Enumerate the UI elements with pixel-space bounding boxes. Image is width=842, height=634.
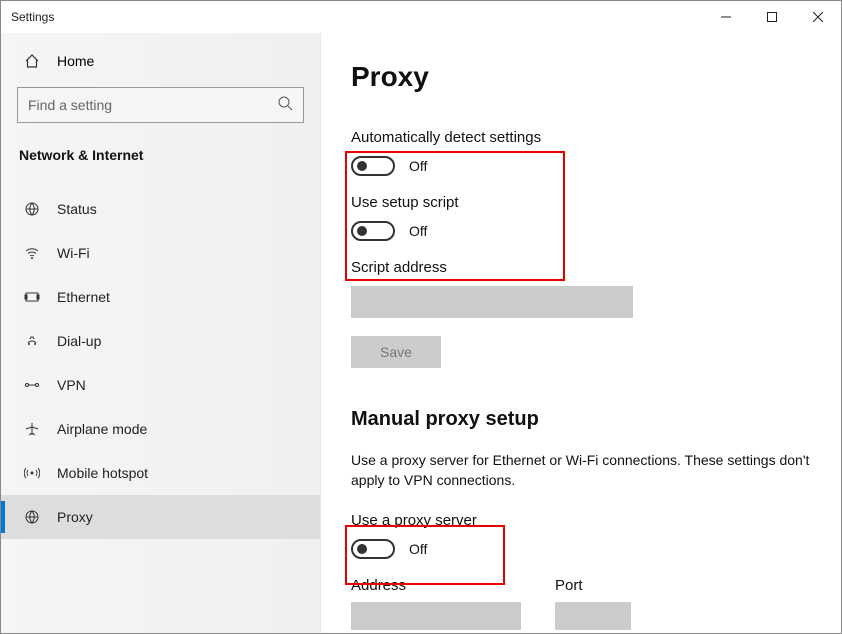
sidebar-item-airplane[interactable]: Airplane mode xyxy=(1,407,320,451)
sidebar-item-label: VPN xyxy=(57,377,86,393)
setup-script-label: Use setup script xyxy=(351,194,813,211)
auto-detect-state: Off xyxy=(409,158,427,174)
maximize-button[interactable] xyxy=(749,1,795,33)
proxy-icon xyxy=(23,509,41,525)
sidebar: Home Network & Internet Status Wi-Fi xyxy=(1,33,321,633)
auto-detect-label: Automatically detect settings xyxy=(351,129,813,146)
hotspot-icon xyxy=(23,465,41,481)
address-input xyxy=(351,602,521,630)
manual-description: Use a proxy server for Ethernet or Wi-Fi… xyxy=(351,451,813,490)
address-label: Address xyxy=(351,577,521,594)
sidebar-item-label: Ethernet xyxy=(57,289,110,305)
port-label: Port xyxy=(555,577,631,594)
home-icon xyxy=(23,53,41,69)
sidebar-item-vpn[interactable]: VPN xyxy=(1,363,320,407)
search-icon xyxy=(277,95,293,116)
category-header: Network & Internet xyxy=(1,147,320,187)
content-area: Proxy Automatically detect settings Off … xyxy=(321,33,841,633)
minimize-button[interactable] xyxy=(703,1,749,33)
sidebar-item-dialup[interactable]: Dial-up xyxy=(1,319,320,363)
setup-script-toggle[interactable] xyxy=(351,221,395,241)
search-input[interactable] xyxy=(17,87,304,123)
home-label: Home xyxy=(57,53,94,69)
close-button[interactable] xyxy=(795,1,841,33)
sidebar-item-label: Dial-up xyxy=(57,333,101,349)
dialup-icon xyxy=(23,333,41,349)
auto-detect-toggle[interactable] xyxy=(351,156,395,176)
use-proxy-toggle[interactable] xyxy=(351,539,395,559)
script-address-input xyxy=(351,286,633,318)
use-proxy-label: Use a proxy server xyxy=(351,512,813,529)
search-field[interactable] xyxy=(28,97,277,113)
sidebar-item-hotspot[interactable]: Mobile hotspot xyxy=(1,451,320,495)
sidebar-item-label: Proxy xyxy=(57,509,93,525)
setup-script-state: Off xyxy=(409,223,427,239)
sidebar-item-status[interactable]: Status xyxy=(1,187,320,231)
script-address-label: Script address xyxy=(351,259,813,276)
manual-heading: Manual proxy setup xyxy=(351,408,813,431)
sidebar-item-proxy[interactable]: Proxy xyxy=(1,495,320,539)
wifi-icon xyxy=(23,245,41,261)
sidebar-item-label: Status xyxy=(57,201,97,217)
vpn-icon xyxy=(23,377,41,393)
save-button: Save xyxy=(351,336,441,368)
sidebar-item-label: Airplane mode xyxy=(57,421,147,437)
status-icon xyxy=(23,201,41,217)
ethernet-icon xyxy=(23,289,41,305)
airplane-icon xyxy=(23,421,41,437)
home-nav[interactable]: Home xyxy=(1,43,320,79)
sidebar-item-label: Mobile hotspot xyxy=(57,465,148,481)
sidebar-item-label: Wi-Fi xyxy=(57,245,90,261)
use-proxy-state: Off xyxy=(409,541,427,557)
sidebar-item-ethernet[interactable]: Ethernet xyxy=(1,275,320,319)
sidebar-item-wifi[interactable]: Wi-Fi xyxy=(1,231,320,275)
window-title: Settings xyxy=(11,10,54,24)
page-title: Proxy xyxy=(351,61,813,93)
port-input xyxy=(555,602,631,630)
